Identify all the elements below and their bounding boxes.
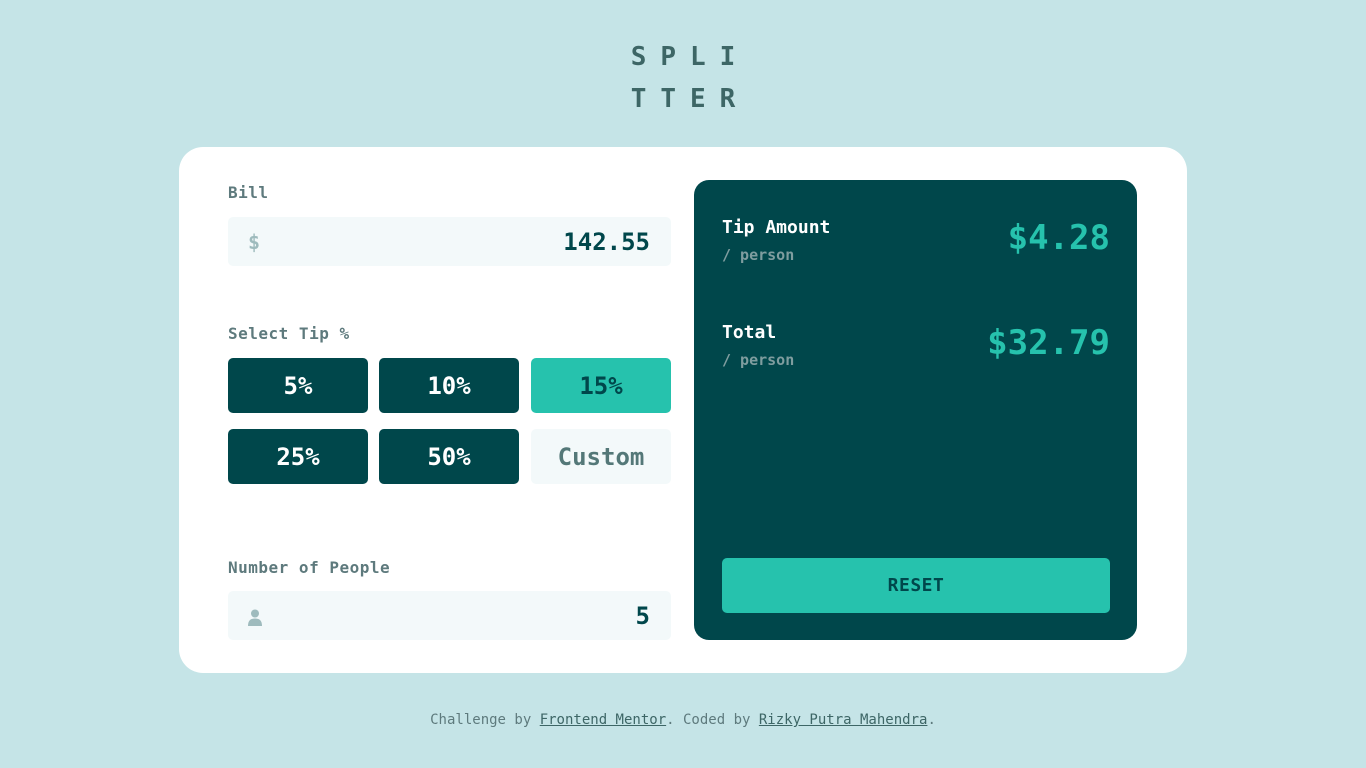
footer-prefix: Challenge by	[430, 712, 540, 728]
logo-line-1: SPLI	[630, 42, 750, 72]
people-label: Number of People	[228, 558, 391, 577]
results-panel: Tip Amount / person $4.28 Total / person…	[694, 180, 1137, 640]
frontend-mentor-link[interactable]: Frontend Mentor	[540, 712, 666, 728]
app-logo: SPLI TTER	[0, 36, 1366, 120]
reset-button[interactable]: RESET	[722, 558, 1110, 613]
logo-line-2: TTER	[630, 84, 750, 114]
tip-amount-title: Tip Amount	[722, 217, 831, 238]
dollar-icon: $	[248, 230, 261, 254]
custom-tip-input[interactable]: Custom	[531, 429, 671, 484]
footer-middle: . Coded by	[666, 712, 759, 728]
total-title: Total	[722, 322, 777, 343]
select-tip-label: Select Tip %	[228, 324, 350, 343]
tip-15-button[interactable]: 15%	[531, 358, 671, 413]
people-input[interactable]: 5	[228, 591, 671, 640]
tip-5-button[interactable]: 5%	[228, 358, 368, 413]
attribution-footer: Challenge by Frontend Mentor. Coded by R…	[0, 712, 1366, 728]
tip-25-button[interactable]: 25%	[228, 429, 368, 484]
tip-amount-value: $4.28	[1007, 218, 1110, 258]
total-sub: / person	[722, 351, 795, 369]
bill-label: Bill	[228, 183, 269, 202]
bill-input[interactable]: $ 142.55	[228, 217, 671, 266]
calculator-card: Bill $ 142.55 Select Tip % 5% 10% 15% 25…	[179, 147, 1187, 673]
tip-50-button[interactable]: 50%	[379, 429, 519, 484]
total-value: $32.79	[987, 323, 1110, 363]
footer-suffix: .	[927, 712, 936, 728]
tip-amount-sub: / person	[722, 246, 795, 264]
author-link[interactable]: Rizky Putra Mahendra	[759, 712, 928, 728]
bill-value: 142.55	[563, 228, 650, 256]
people-value: 5	[635, 602, 650, 630]
tip-10-button[interactable]: 10%	[379, 358, 519, 413]
person-icon	[248, 607, 262, 631]
